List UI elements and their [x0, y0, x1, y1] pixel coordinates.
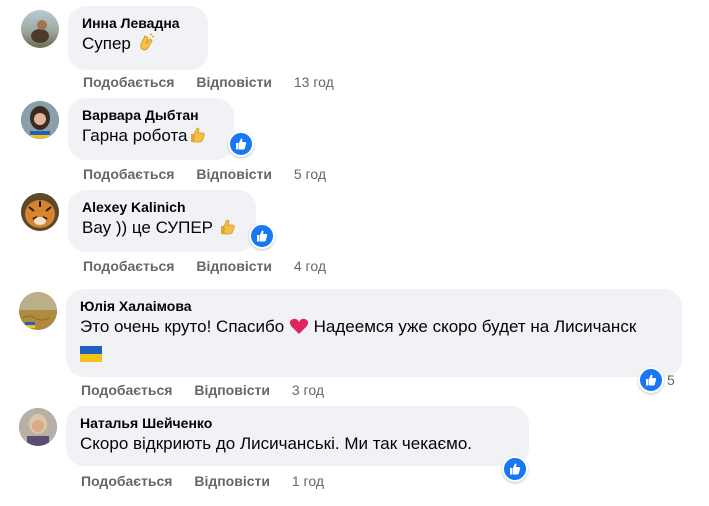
- comment-author[interactable]: Варвара Дыбтан: [82, 106, 220, 124]
- avatar[interactable]: [21, 101, 59, 139]
- like-reaction-icon[interactable]: [228, 131, 254, 157]
- like-action[interactable]: Подобається: [83, 166, 174, 182]
- avatar[interactable]: [19, 408, 57, 446]
- reply-action[interactable]: Відповісти: [196, 74, 272, 90]
- comment-actions: Подобається Відповісти 4 год: [83, 258, 344, 274]
- reply-action[interactable]: Відповісти: [194, 382, 270, 398]
- comment-author[interactable]: Наталья Шейченко: [80, 414, 515, 432]
- avatar[interactable]: [21, 10, 59, 48]
- like-reaction-icon[interactable]: [502, 456, 528, 482]
- thumbs-up-icon: [218, 218, 236, 243]
- like-action[interactable]: Подобається: [81, 473, 172, 489]
- like-action[interactable]: Подобається: [81, 382, 172, 398]
- avatar-photo-icon: [21, 193, 59, 231]
- comment-text: Вау )) це СУПЕР: [82, 216, 242, 243]
- avatar[interactable]: [21, 193, 59, 231]
- comment-author[interactable]: Юлія Халаімова: [80, 297, 668, 315]
- comment-text-continued: Надеемся уже скоро будет на Лисичанск: [313, 317, 637, 336]
- comment-actions: Подобається Відповісти 1 год: [81, 473, 342, 489]
- avatar-photo-icon: [21, 101, 59, 139]
- ukraine-flag-icon: [80, 345, 102, 369]
- comment-text: Это очень круто! Спасибо Надеемся уже ск…: [80, 315, 640, 369]
- comment-bubble: Варвара Дыбтан Гарна робота: [68, 98, 234, 160]
- comment-bubble: Alexey Kalinich Вау )) це СУПЕР: [68, 190, 256, 252]
- like-action[interactable]: Подобається: [83, 258, 174, 274]
- comment-actions: Подобається Відповісти 13 год: [83, 74, 352, 90]
- comment-author[interactable]: Инна Левадна: [82, 14, 194, 32]
- comment-text-content: Супер: [82, 34, 131, 53]
- comment-text-content: Гарна робота: [82, 126, 188, 145]
- like-action[interactable]: Подобається: [83, 74, 174, 90]
- clapping-hands-icon: [136, 32, 156, 59]
- reply-action[interactable]: Відповісти: [196, 258, 272, 274]
- reply-action[interactable]: Відповісти: [194, 473, 270, 489]
- like-reaction-icon[interactable]: [638, 367, 664, 393]
- like-reaction-icon[interactable]: [249, 223, 275, 249]
- comment-bubble: Инна Левадна Супер: [68, 6, 208, 70]
- comment-text: Гарна робота: [82, 124, 220, 151]
- avatar-photo-icon: [19, 292, 57, 330]
- comment-actions: Подобається Відповісти 5 год: [83, 166, 344, 182]
- comment-text-content: Это очень круто! Спасибо: [80, 317, 285, 336]
- comment-bubble: Наталья Шейченко Скоро відкриють до Лиси…: [66, 406, 529, 466]
- comment-bubble: Юлія Халаімова Это очень круто! Спасибо …: [66, 289, 682, 377]
- avatar-photo-icon: [19, 408, 57, 446]
- comment-author[interactable]: Alexey Kalinich: [82, 198, 242, 216]
- avatar[interactable]: [19, 292, 57, 330]
- reaction-count[interactable]: 5: [667, 372, 675, 388]
- comment-text: Скоро відкриють до Лисичанські. Ми так ч…: [80, 434, 473, 453]
- comment-time[interactable]: 4 год: [294, 258, 326, 274]
- comment-time[interactable]: 13 год: [294, 74, 334, 90]
- comment-time[interactable]: 1 год: [292, 473, 324, 489]
- thumbs-up-icon: [188, 126, 206, 151]
- red-heart-icon: [289, 317, 309, 342]
- comment-actions: Подобається Відповісти 3 год: [81, 382, 342, 398]
- comment-text-content: Вау )) це СУПЕР: [82, 218, 214, 237]
- comment-time[interactable]: 5 год: [294, 166, 326, 182]
- reply-action[interactable]: Відповісти: [196, 166, 272, 182]
- comment-time[interactable]: 3 год: [292, 382, 324, 398]
- avatar-photo-icon: [31, 20, 49, 43]
- comment-text: Супер: [82, 32, 194, 59]
